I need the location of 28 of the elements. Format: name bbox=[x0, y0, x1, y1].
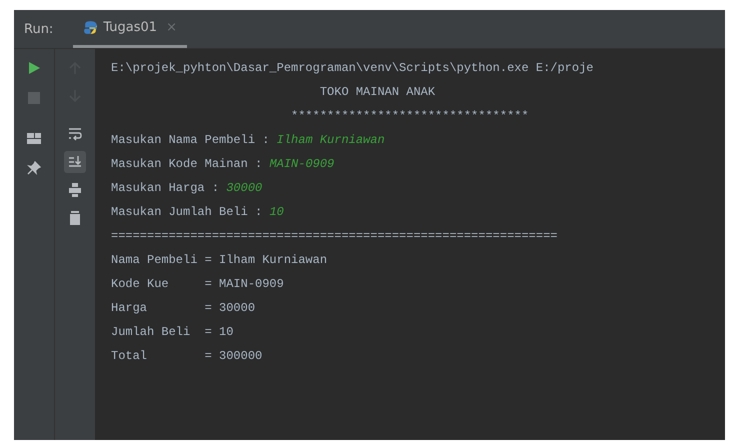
typed-text: MAIN-0909 bbox=[269, 157, 334, 171]
console-prompt: Masukan Kode Mainan : bbox=[111, 157, 264, 171]
trash-icon[interactable] bbox=[68, 211, 82, 225]
panel-label: Run: bbox=[23, 22, 54, 36]
console-prompt: Masukan Harga : bbox=[111, 181, 220, 195]
console-prompt: Masukan Jumlah Beli : bbox=[111, 205, 264, 219]
scroll-to-end-button[interactable] bbox=[64, 151, 86, 173]
console-prompt: Masukan Nama Pembeli : bbox=[111, 133, 270, 147]
console-output: ============================================================== bbox=[111, 229, 558, 243]
console-output: Jumlah Beli = 10 bbox=[111, 325, 234, 339]
typed-text: 10 bbox=[269, 205, 284, 219]
console-output: TOKO MAINAN ANAK bbox=[318, 85, 436, 99]
console-output: ********************************* bbox=[290, 109, 529, 123]
scroll-to-end-icon bbox=[68, 155, 82, 169]
run-icon[interactable] bbox=[27, 61, 41, 75]
console-output: Total = 300000 bbox=[111, 349, 262, 363]
console-output: Nama Pembeli = Ilham Kurniawan bbox=[111, 253, 328, 267]
console-output: Kode Kue = MAIN-0909 bbox=[111, 277, 284, 291]
python-icon bbox=[83, 20, 98, 35]
console-output: E:\projek_pyhton\Dasar_Pemrograman\venv\Scripts\python.exe E:/proje bbox=[111, 61, 594, 75]
pin-icon[interactable] bbox=[27, 161, 41, 175]
typed-text: 30000 bbox=[226, 181, 262, 195]
layout-icon[interactable] bbox=[27, 131, 41, 145]
soft-wrap-icon[interactable] bbox=[68, 127, 82, 141]
run-tab[interactable]: Tugas01 × bbox=[73, 10, 187, 48]
console-output: Harga = 30000 bbox=[111, 301, 256, 315]
print-icon[interactable] bbox=[68, 183, 82, 197]
typed-text: Ilham Kurniawan bbox=[276, 133, 385, 147]
